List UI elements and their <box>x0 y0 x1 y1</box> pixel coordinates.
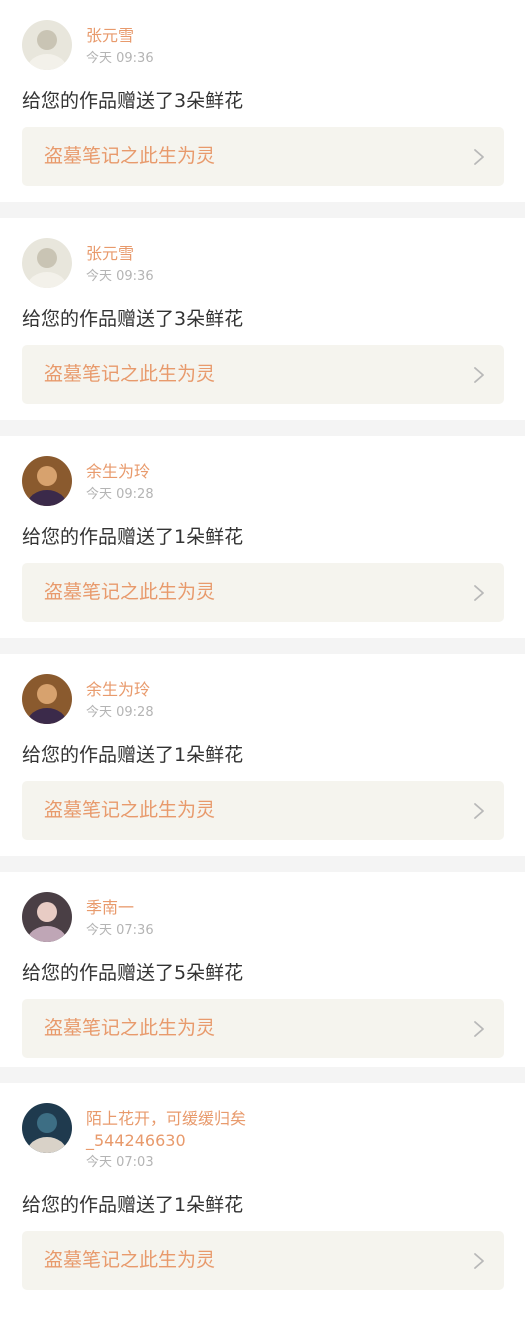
timestamp: 今天 09:28 <box>86 487 154 502</box>
gift-message: 给您的作品赠送了1朵鲜花 <box>22 744 244 766</box>
card-separator <box>0 856 525 872</box>
avatar[interactable] <box>22 456 72 506</box>
work-title: 盗墓笔记之此生为灵 <box>44 1017 216 1039</box>
work-title: 盗墓笔记之此生为灵 <box>44 581 216 603</box>
chevron-right-icon <box>474 1253 484 1269</box>
work-link[interactable]: 盗墓笔记之此生为灵 <box>22 999 504 1058</box>
username[interactable]: 陌上花开，可缓缓归矣_544246630 <box>86 1108 286 1152</box>
timestamp: 今天 09:36 <box>86 51 154 66</box>
notification-card: 张元雪今天 09:36 给您的作品赠送了3朵鲜花 盗墓笔记之此生为灵 <box>0 218 525 420</box>
avatar-image <box>22 20 72 70</box>
work-link[interactable]: 盗墓笔记之此生为灵 <box>22 345 504 404</box>
avatar-image <box>22 674 72 724</box>
timestamp: 今天 09:36 <box>86 269 154 284</box>
notification-card: 张元雪今天 09:36 给您的作品赠送了3朵鲜花 盗墓笔记之此生为灵 <box>0 0 525 202</box>
notification-card: 余生为玲今天 09:28 给您的作品赠送了1朵鲜花 盗墓笔记之此生为灵 <box>0 436 525 638</box>
username[interactable]: 余生为玲 <box>86 679 286 701</box>
chevron-right-icon <box>474 367 484 383</box>
avatar[interactable] <box>22 674 72 724</box>
gift-message: 给您的作品赠送了5朵鲜花 <box>22 962 244 984</box>
work-link[interactable]: 盗墓笔记之此生为灵 <box>22 127 504 186</box>
chevron-right-icon <box>474 1021 484 1037</box>
notification-feed: 张元雪 今天 09:36 给您的作品赠送了3朵鲜花 盗墓笔记之此生为灵 张元雪 今天 09… <box>0 0 525 1324</box>
work-title: 盗墓笔记之此生为灵 <box>44 363 216 385</box>
avatar[interactable] <box>22 238 72 288</box>
work-link[interactable]: 盗墓笔记之此生为灵 <box>22 1231 504 1290</box>
gift-message: 给您的作品赠送了1朵鲜花 <box>22 1194 244 1216</box>
card-separator <box>0 638 525 654</box>
notification-card: 陌上花开，可缓缓归矣_544246630 今天 07:03 给您的作品赠送了1朵鲜花… <box>0 1083 525 1324</box>
work-link[interactable]: 盗墓笔记之此生为灵 <box>22 563 504 622</box>
avatar-image <box>22 456 72 506</box>
avatar[interactable] <box>22 20 72 70</box>
avatar[interactable] <box>22 1103 72 1153</box>
gift-message: 给您的作品赠送了3朵鲜花 <box>22 308 244 330</box>
work-title: 盗墓笔记之此生为灵 <box>44 1249 216 1271</box>
work-title: 盗墓笔记之此生为灵 <box>44 145 216 167</box>
username[interactable]: 余生为玲 <box>86 461 286 483</box>
card-separator <box>0 420 525 436</box>
avatar-image <box>22 892 72 942</box>
avatar-image <box>22 1103 72 1153</box>
notification-card: 余生为玲今天 09:28 给您的作品赠送了1朵鲜花 盗墓笔记之此生为灵 <box>0 654 525 856</box>
gift-message: 给您的作品赠送了1朵鲜花 <box>22 526 244 548</box>
timestamp: 今天 09:28 <box>86 705 154 720</box>
notification-card: 季南一今天 07:36 给您的作品赠送了5朵鲜花 盗墓笔记之此生为灵 <box>0 872 525 1067</box>
avatar[interactable] <box>22 892 72 942</box>
card-separator <box>0 1067 525 1083</box>
gift-message: 给您的作品赠送了3朵鲜花 <box>22 90 244 112</box>
timestamp: 今天 07:03 <box>86 1155 154 1170</box>
work-title: 盗墓笔记之此生为灵 <box>44 799 216 821</box>
work-link[interactable]: 盗墓笔记之此生为灵 <box>22 781 504 840</box>
username[interactable]: 季南一 <box>86 897 286 919</box>
username[interactable]: 张元雪 <box>86 25 286 47</box>
avatar-image <box>22 238 72 288</box>
timestamp: 今天 07:36 <box>86 923 154 938</box>
username[interactable]: 张元雪 <box>86 243 286 265</box>
chevron-right-icon <box>474 585 484 601</box>
chevron-right-icon <box>474 149 484 165</box>
chevron-right-icon <box>474 803 484 819</box>
card-separator <box>0 202 525 218</box>
